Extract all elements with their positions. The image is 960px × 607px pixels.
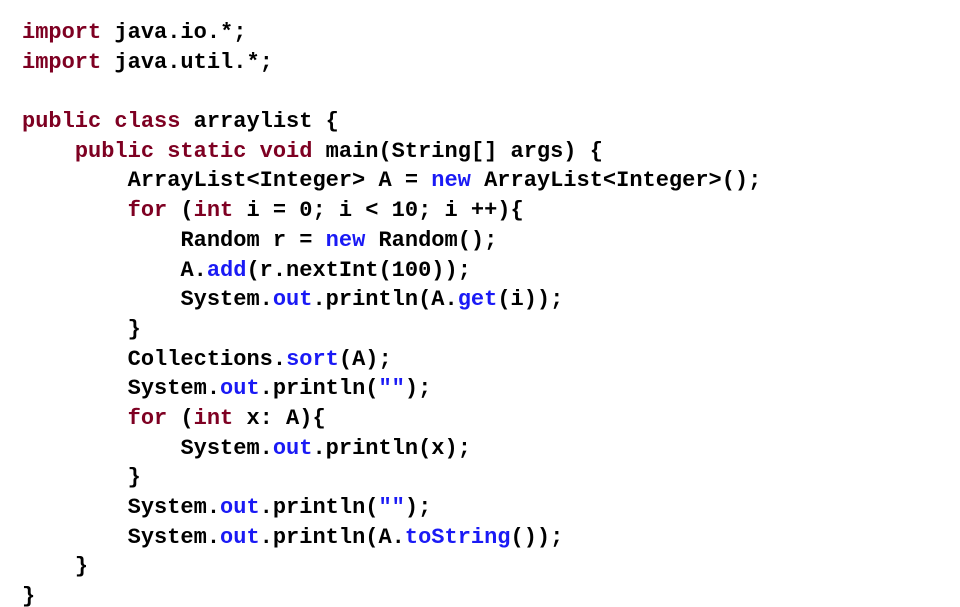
kw-import: import <box>22 20 101 45</box>
txt: System. <box>128 525 220 550</box>
txt: ArrayList<Integer> A = <box>128 168 432 193</box>
brace: } <box>75 554 88 579</box>
txt: .println( <box>260 376 379 401</box>
txt: Random(); <box>365 228 497 253</box>
txt: .println(A. <box>260 525 405 550</box>
txt: java.io.*; <box>101 20 246 45</box>
code-block: import java.io.*; import java.util.*; pu… <box>22 18 938 607</box>
txt: (i)); <box>497 287 563 312</box>
txt: ( <box>167 406 193 431</box>
kw-static: static <box>167 139 246 164</box>
string-literal: "" <box>378 495 404 520</box>
method-tostring: toString <box>405 525 511 550</box>
brace: } <box>128 465 141 490</box>
txt: x: A){ <box>233 406 325 431</box>
kw-public: public <box>22 109 101 134</box>
kw-int: int <box>194 406 234 431</box>
method-add: add <box>207 258 247 283</box>
txt: System. <box>180 436 272 461</box>
brace: } <box>22 584 35 607</box>
txt: .println(x); <box>312 436 470 461</box>
txt <box>154 139 167 164</box>
field-out: out <box>220 376 260 401</box>
kw-void: void <box>260 139 313 164</box>
txt: System. <box>128 376 220 401</box>
kw-int: int <box>194 198 234 223</box>
txt: i = 0; i < 10; i ++){ <box>233 198 523 223</box>
txt <box>101 109 114 134</box>
kw-for: for <box>128 198 168 223</box>
txt: ()); <box>511 525 564 550</box>
txt: .println(A. <box>312 287 457 312</box>
field-out: out <box>220 525 260 550</box>
kw-public: public <box>75 139 154 164</box>
txt: ArrayList<Integer>(); <box>471 168 761 193</box>
kw-new: new <box>326 228 366 253</box>
txt: System. <box>180 287 272 312</box>
txt: System. <box>128 495 220 520</box>
field-out: out <box>273 436 313 461</box>
txt: ); <box>405 495 431 520</box>
txt: Collections. <box>128 347 286 372</box>
string-literal: "" <box>378 376 404 401</box>
txt: ( <box>167 198 193 223</box>
kw-class: class <box>114 109 180 134</box>
brace: } <box>128 317 141 342</box>
txt <box>246 139 259 164</box>
field-out: out <box>273 287 313 312</box>
txt: A. <box>180 258 206 283</box>
txt: .println( <box>260 495 379 520</box>
txt: (r.nextInt(100)); <box>246 258 470 283</box>
method-sort: sort <box>286 347 339 372</box>
kw-import: import <box>22 50 101 75</box>
txt: Random r = <box>180 228 325 253</box>
txt: (A); <box>339 347 392 372</box>
kw-for: for <box>128 406 168 431</box>
kw-new: new <box>431 168 471 193</box>
txt: java.util.*; <box>101 50 273 75</box>
txt: arraylist { <box>180 109 338 134</box>
field-out: out <box>220 495 260 520</box>
method-get: get <box>458 287 498 312</box>
txt: main(String[] args) { <box>312 139 602 164</box>
code-page: import java.io.*; import java.util.*; pu… <box>0 0 960 607</box>
txt: ); <box>405 376 431 401</box>
